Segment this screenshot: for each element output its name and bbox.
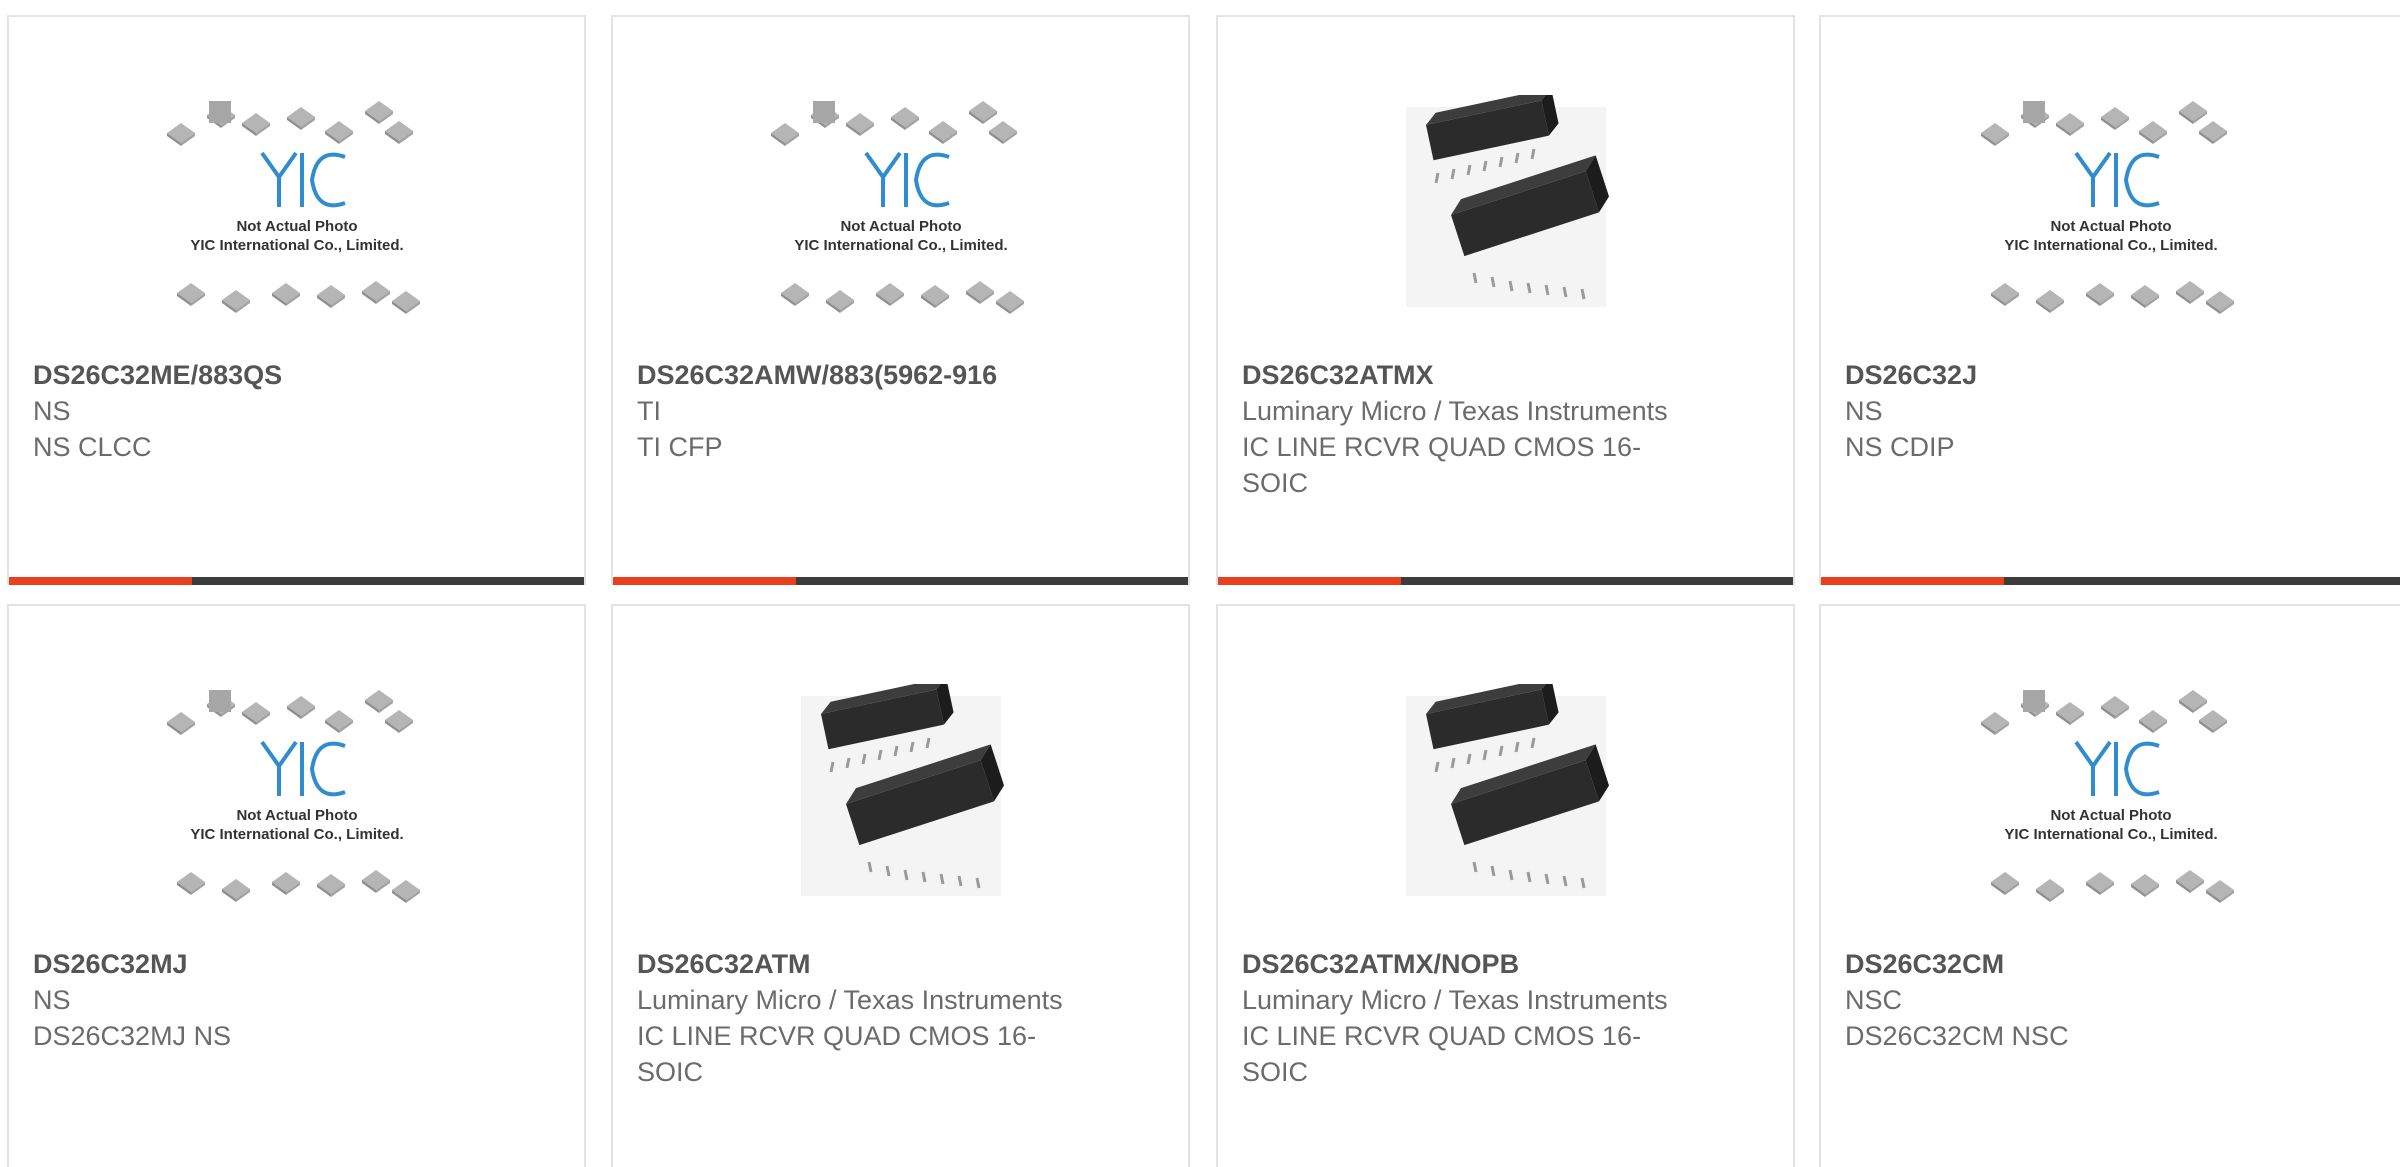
svg-text:Not Actual Photo: Not Actual Photo <box>2050 218 2171 235</box>
manufacturer: TI <box>637 396 661 426</box>
product-info: DS26C32MJ NS DS26C32MJ NS <box>33 946 573 1054</box>
part-number[interactable]: DS26C32CM <box>1845 946 2385 982</box>
product-info: DS26C32ATMX Luminary Micro / Texas Instr… <box>1242 357 1782 501</box>
not-actual-photo-placeholder-image: Not Actual Photo YIC International Co., … <box>1980 690 2234 903</box>
product-card[interactable]: DS26C32ATMX/NOPB Luminary Micro / Texas … <box>1216 604 1795 1167</box>
description: IC LINE RCVR QUAD CMOS 16-SOIC <box>1242 432 1642 498</box>
svg-text:YIC International Co., Limited: YIC International Co., Limited. <box>190 826 403 843</box>
not-actual-photo-placeholder-image: Not Actual Photo YIC International Co., … <box>166 690 420 903</box>
soic-chip-photo <box>1405 684 1613 896</box>
product-card[interactable]: DS26C32ATMX Luminary Micro / Texas Instr… <box>1216 15 1795 585</box>
product-grid: Not Actual Photo YIC International Co., … <box>0 0 2400 1167</box>
product-card[interactable]: Not Actual Photo YIC International Co., … <box>1819 15 2400 585</box>
product-info: DS26C32J NS NS CDIP <box>1845 357 2385 465</box>
product-info: DS26C32ME/883QS NS NS CLCC <box>33 357 573 465</box>
part-number[interactable]: DS26C32ME/883QS <box>33 357 573 393</box>
product-card[interactable]: Not Actual Photo YIC International Co., … <box>7 604 586 1167</box>
part-number[interactable]: DS26C32AMW/883(5962-916 <box>637 357 1177 393</box>
manufacturer: NS <box>33 396 71 426</box>
manufacturer: Luminary Micro / Texas Instruments <box>1242 396 1668 426</box>
product-card[interactable]: Not Actual Photo YIC International Co., … <box>611 15 1190 585</box>
product-info: DS26C32ATM Luminary Micro / Texas Instru… <box>637 946 1177 1090</box>
description: TI CFP <box>637 432 723 462</box>
card-accent-bar <box>1821 577 2004 585</box>
part-number[interactable]: DS26C32J <box>1845 357 2385 393</box>
card-bottom-bar <box>1821 577 2400 585</box>
svg-text:YIC International Co., Limited: YIC International Co., Limited. <box>794 237 1007 254</box>
product-info: DS26C32CM NSC DS26C32CM NSC <box>1845 946 2385 1054</box>
card-accent-bar <box>1218 577 1401 585</box>
description: DS26C32CM NSC <box>1845 1021 2069 1051</box>
card-bottom-bar <box>1218 577 1793 585</box>
soic-chip-photo <box>800 684 1008 896</box>
not-actual-photo-placeholder-image: Not Actual Photo YIC International Co., … <box>770 101 1024 314</box>
svg-text:YIC International Co., Limited: YIC International Co., Limited. <box>2004 237 2217 254</box>
svg-text:YIC International Co., Limited: YIC International Co., Limited. <box>2004 826 2217 843</box>
soic-chip-photo <box>1405 95 1613 307</box>
product-card[interactable]: Not Actual Photo YIC International Co., … <box>7 15 586 585</box>
card-bottom-bar <box>9 577 584 585</box>
description: IC LINE RCVR QUAD CMOS 16-SOIC <box>637 1021 1037 1087</box>
manufacturer: Luminary Micro / Texas Instruments <box>637 985 1063 1015</box>
part-number[interactable]: DS26C32MJ <box>33 946 573 982</box>
product-info: DS26C32ATMX/NOPB Luminary Micro / Texas … <box>1242 946 1782 1090</box>
manufacturer: NSC <box>1845 985 1903 1015</box>
product-info: DS26C32AMW/883(5962-916 TI TI CFP <box>637 357 1177 465</box>
description: NS CDIP <box>1845 432 1955 462</box>
svg-text:Not Actual Photo: Not Actual Photo <box>840 218 961 235</box>
not-actual-photo-placeholder-image: Not Actual Photo YIC International Co., … <box>166 101 420 314</box>
card-accent-bar <box>9 577 192 585</box>
description: NS CLCC <box>33 432 152 462</box>
description: DS26C32MJ NS <box>33 1021 232 1051</box>
manufacturer: NS <box>33 985 71 1015</box>
svg-text:Not Actual Photo: Not Actual Photo <box>236 218 357 235</box>
svg-text:Not Actual Photo: Not Actual Photo <box>236 807 357 824</box>
part-number[interactable]: DS26C32ATM <box>637 946 1177 982</box>
svg-text:Not Actual Photo: Not Actual Photo <box>2050 807 2171 824</box>
product-card[interactable]: DS26C32ATM Luminary Micro / Texas Instru… <box>611 604 1190 1167</box>
product-card[interactable]: Not Actual Photo YIC International Co., … <box>1819 604 2400 1167</box>
description: IC LINE RCVR QUAD CMOS 16-SOIC <box>1242 1021 1642 1087</box>
manufacturer: Luminary Micro / Texas Instruments <box>1242 985 1668 1015</box>
part-number[interactable]: DS26C32ATMX/NOPB <box>1242 946 1782 982</box>
part-number[interactable]: DS26C32ATMX <box>1242 357 1782 393</box>
svg-text:YIC International Co., Limited: YIC International Co., Limited. <box>190 237 403 254</box>
manufacturer: NS <box>1845 396 1883 426</box>
card-accent-bar <box>613 577 796 585</box>
not-actual-photo-placeholder-image: Not Actual Photo YIC International Co., … <box>1980 101 2234 314</box>
card-bottom-bar <box>613 577 1188 585</box>
